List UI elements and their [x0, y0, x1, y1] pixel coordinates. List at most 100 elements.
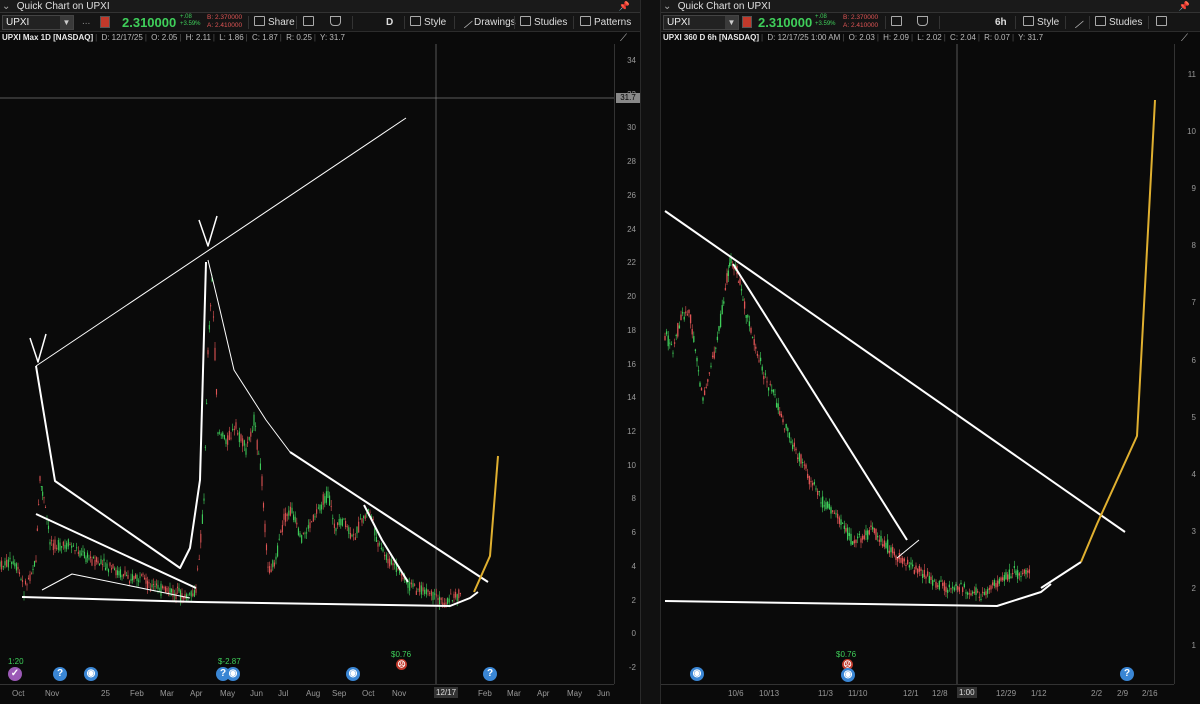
- earnings-bulb-icon[interactable]: ◉: [226, 667, 240, 681]
- candle-body: [379, 543, 381, 545]
- earnings-bulb-icon[interactable]: ◉: [84, 667, 98, 681]
- candle-body: [66, 542, 68, 550]
- share-button[interactable]: Share: [254, 15, 295, 30]
- candle-body: [780, 413, 783, 418]
- chart-settings-icon[interactable]: ⟋: [620, 33, 632, 44]
- style-button[interactable]: Style: [410, 15, 446, 30]
- chart-toolbar: UPXI ▼ 2.310000 +.08 +3.59% B: 2.370000 A:…: [661, 13, 1200, 32]
- candle-body: [258, 453, 260, 455]
- chevron-down-icon[interactable]: ▼: [725, 16, 738, 29]
- x-tick-label: Mar: [507, 689, 521, 698]
- candle-body: [29, 574, 31, 581]
- flag-icon[interactable]: [742, 16, 752, 28]
- event-question-icon[interactable]: ?: [1120, 667, 1134, 681]
- chevron-down-icon[interactable]: ▼: [60, 16, 73, 29]
- candle-body: [450, 593, 452, 595]
- candle-body: [142, 573, 144, 575]
- candle-body: [942, 582, 944, 586]
- candle-body: [0, 561, 1, 567]
- candle-body: [324, 496, 326, 504]
- candle-body: [925, 576, 927, 579]
- last-price: 2.310000: [758, 15, 813, 30]
- candle-body: [146, 580, 149, 590]
- candle-body: [228, 430, 230, 440]
- studies-button[interactable]: Studies: [520, 15, 567, 30]
- flask-button[interactable]: [917, 15, 931, 30]
- pin-icon[interactable]: 📌: [1179, 0, 1190, 13]
- candle-body: [767, 387, 770, 391]
- compare-button[interactable]: [891, 15, 905, 30]
- earnings-bulb-icon[interactable]: ◉: [690, 667, 704, 681]
- candle-body: [26, 584, 28, 586]
- x-tick-label: 11/3: [818, 689, 833, 698]
- y-tick-label: 3: [1191, 526, 1196, 536]
- price-chart-right[interactable]: [661, 44, 1174, 684]
- candle-body: [230, 437, 232, 439]
- symbol-input[interactable]: UPXI ▼: [2, 15, 74, 30]
- drawings-button[interactable]: Drawings: [458, 13, 516, 30]
- patterns-button[interactable]: Patterns: [580, 15, 631, 30]
- candle-body: [225, 439, 227, 445]
- candle-body: [815, 488, 817, 490]
- candle-body: [122, 574, 125, 577]
- window-title-bar: ⌄ Quick Chart on UPXI 📌: [661, 0, 1200, 13]
- candle-body: [943, 581, 945, 591]
- symbol-input[interactable]: UPXI ▼: [663, 15, 739, 30]
- drawings-button[interactable]: [1069, 13, 1085, 30]
- split-label: 1:20: [8, 657, 24, 666]
- compare-button[interactable]: [303, 15, 317, 30]
- candle-body: [990, 585, 992, 590]
- earnings-bulb-icon[interactable]: ◉: [841, 668, 855, 682]
- event-question-icon[interactable]: ?: [53, 667, 67, 681]
- split-event-icon[interactable]: ✓: [8, 667, 22, 681]
- candle-body: [764, 373, 767, 375]
- panel-divider[interactable]: [640, 0, 661, 704]
- candle-body: [187, 598, 189, 600]
- candle-body: [256, 440, 258, 450]
- candle-body: [980, 598, 982, 600]
- candle-body: [242, 438, 244, 447]
- aggregation-button[interactable]: 6h: [995, 15, 1007, 30]
- x-tick-label: Feb: [478, 689, 492, 698]
- flask-button[interactable]: [330, 15, 344, 30]
- decay-curve: [207, 259, 291, 453]
- candle-body: [680, 314, 682, 321]
- candle-body: [782, 419, 784, 423]
- candle-body: [76, 547, 78, 549]
- style-button[interactable]: Style: [1023, 15, 1059, 30]
- flask-icon: [330, 16, 341, 26]
- candle-body: [377, 543, 379, 547]
- candle-body: [740, 288, 743, 291]
- candle-body: [364, 515, 366, 519]
- more-options-icon[interactable]: ...: [82, 16, 90, 27]
- earnings-miss-icon[interactable]: ☹: [396, 659, 407, 670]
- candle-body: [301, 535, 303, 543]
- candle-body: [154, 585, 156, 587]
- candle-body: [803, 464, 805, 466]
- studies-button[interactable]: Studies: [1095, 15, 1142, 30]
- event-question-icon[interactable]: ?: [483, 667, 497, 681]
- flag-icon[interactable]: [100, 16, 110, 28]
- aggregation-button[interactable]: D: [386, 15, 393, 30]
- candle-body: [935, 581, 937, 588]
- candle-body: [672, 352, 674, 354]
- price-chart-left[interactable]: [0, 44, 614, 684]
- collapse-chevron-icon[interactable]: ⌄: [2, 0, 14, 13]
- candle-body: [247, 441, 249, 444]
- candle-body: [938, 581, 940, 590]
- candle-body: [200, 533, 202, 543]
- candle-body: [359, 518, 361, 520]
- candle-body: [44, 507, 47, 509]
- candle-body: [673, 342, 676, 344]
- candle-body: [130, 578, 132, 582]
- candle-body: [169, 588, 171, 594]
- chart-settings-icon[interactable]: ⟋: [1181, 33, 1193, 44]
- pin-icon[interactable]: 📌: [619, 0, 630, 13]
- candle-body: [723, 301, 725, 304]
- candle-body: [1007, 574, 1009, 581]
- patterns-button[interactable]: [1156, 15, 1170, 30]
- collapse-chevron-icon[interactable]: ⌄: [663, 0, 675, 13]
- earnings-bulb-icon[interactable]: ◉: [346, 667, 360, 681]
- candle-body: [812, 483, 814, 486]
- candle-body: [715, 347, 717, 349]
